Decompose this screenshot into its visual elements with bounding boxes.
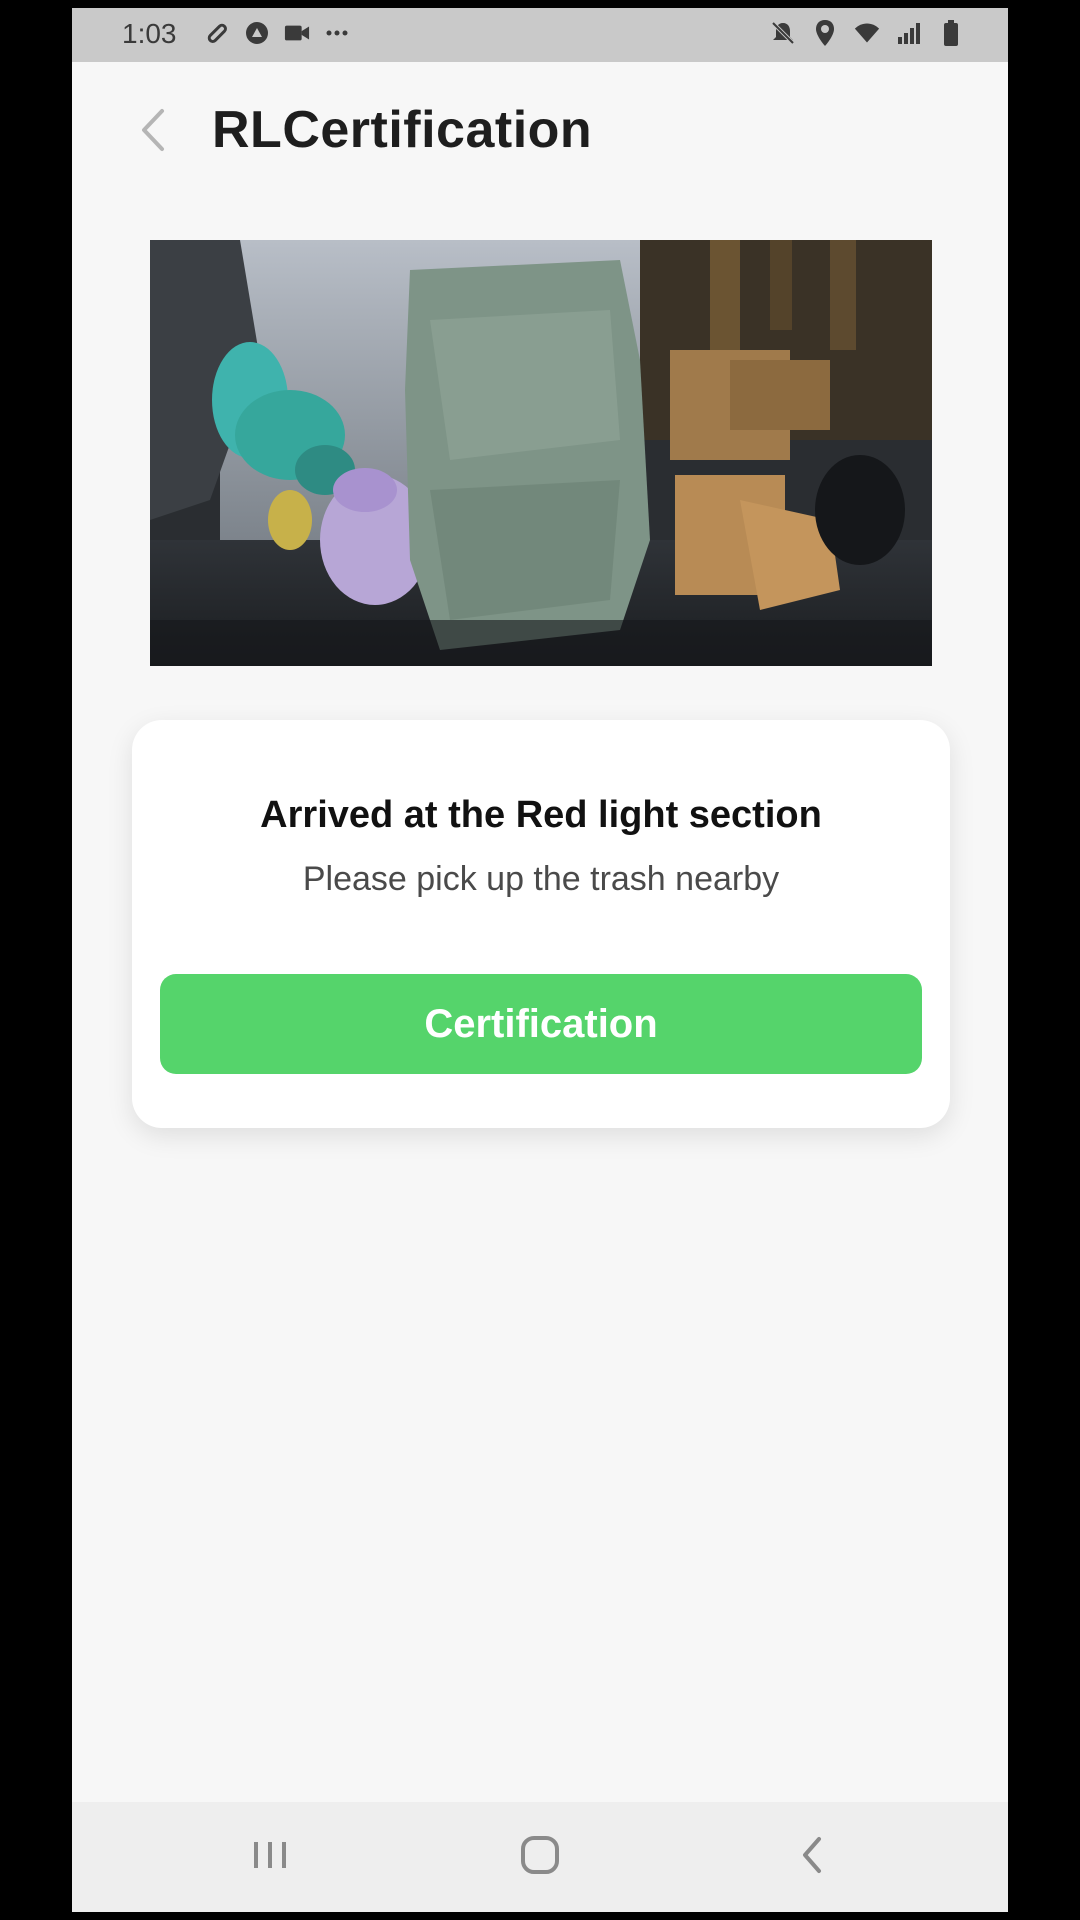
page-title: RLCertification xyxy=(212,101,593,159)
status-right-icons xyxy=(770,16,964,50)
video-camera-icon xyxy=(284,16,310,50)
more-dots-icon xyxy=(324,16,350,50)
home-button[interactable] xyxy=(500,1822,580,1892)
home-icon xyxy=(519,1834,561,1881)
recents-icon xyxy=(250,1838,290,1877)
app-header: RLCertification xyxy=(72,62,1008,192)
recents-button[interactable] xyxy=(230,1822,310,1892)
info-card: Arrived at the Red light section Please … xyxy=(132,720,950,1128)
wifi-icon xyxy=(854,16,880,50)
card-subtitle: Please pick up the trash nearby xyxy=(302,860,780,898)
vpn-icon xyxy=(244,16,270,50)
trash-photo xyxy=(150,240,932,666)
certification-button[interactable]: Certification xyxy=(160,974,922,1074)
back-icon xyxy=(799,1835,825,1880)
nav-bar xyxy=(72,1802,1008,1912)
battery-icon xyxy=(938,16,964,50)
nav-back-button[interactable] xyxy=(772,1822,852,1892)
mute-icon xyxy=(770,16,796,50)
back-button[interactable] xyxy=(128,102,178,162)
status-bar: 1:03 xyxy=(72,8,1008,62)
link-icon xyxy=(204,16,230,50)
location-icon xyxy=(812,16,838,50)
chevron-left-icon xyxy=(138,107,168,158)
status-left-icons xyxy=(204,16,350,50)
phone-screen: 1:03 RLCertification Arrived at the Red … xyxy=(72,8,1008,1912)
signal-icon xyxy=(896,16,922,50)
card-title: Arrived at the Red light section xyxy=(260,794,822,836)
status-time: 1:03 xyxy=(122,18,177,49)
